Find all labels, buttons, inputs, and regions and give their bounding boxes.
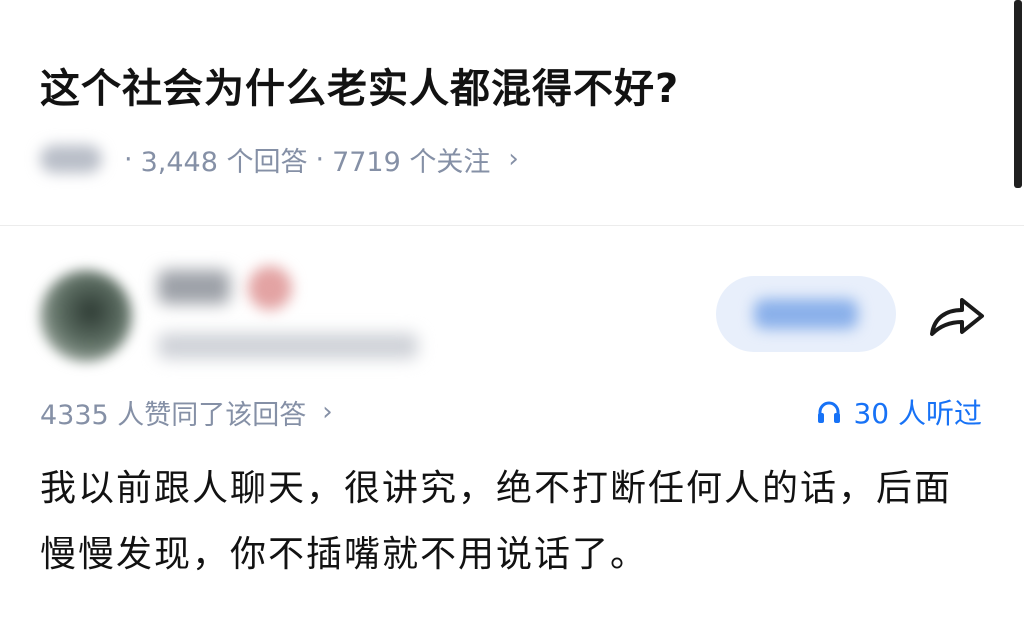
upvote-text: 4335 人赞同了该回答 [40, 399, 307, 431]
chevron-right-icon: › [322, 397, 333, 427]
chevron-right-icon[interactable]: › [508, 144, 518, 174]
follow-button-label-blurred [754, 299, 858, 329]
author-name-blurred[interactable] [158, 270, 230, 304]
answer-body[interactable]: 我以前跟人聊天，很讲究，绝不打断任何人的话，后面慢慢发现，你不插嘴就不用说话了。 [40, 456, 960, 588]
author-avatar[interactable] [40, 270, 132, 362]
answer-count[interactable]: 3,448 个回答 [141, 140, 308, 179]
answer-page: 这个社会为什么老实人都混得不好? · 3,448 个回答 · 7719 个关注 … [0, 0, 1024, 617]
listen-text: 30 人听过 [853, 397, 982, 430]
share-button[interactable] [924, 288, 988, 344]
topic-tag-blurred[interactable] [40, 145, 102, 173]
headphone-icon [818, 401, 841, 423]
meta-separator: · [124, 143, 133, 175]
author-description-blurred [158, 333, 418, 359]
author-badge-blurred [248, 266, 292, 310]
share-icon [930, 298, 984, 336]
scrollbar[interactable] [1014, 0, 1022, 188]
meta-separator: · [315, 143, 325, 175]
upvote-summary[interactable]: 4335 人赞同了该回答 › [40, 390, 333, 434]
follow-count[interactable]: 7719 个关注 [332, 140, 490, 179]
question-title[interactable]: 这个社会为什么老实人都混得不好? [40, 56, 679, 114]
question-meta: · 3,448 个回答 · 7719 个关注 › [40, 138, 519, 180]
listen-count[interactable]: 30 人听过 [815, 390, 982, 434]
follow-button[interactable] [716, 276, 896, 352]
divider [0, 225, 1024, 226]
